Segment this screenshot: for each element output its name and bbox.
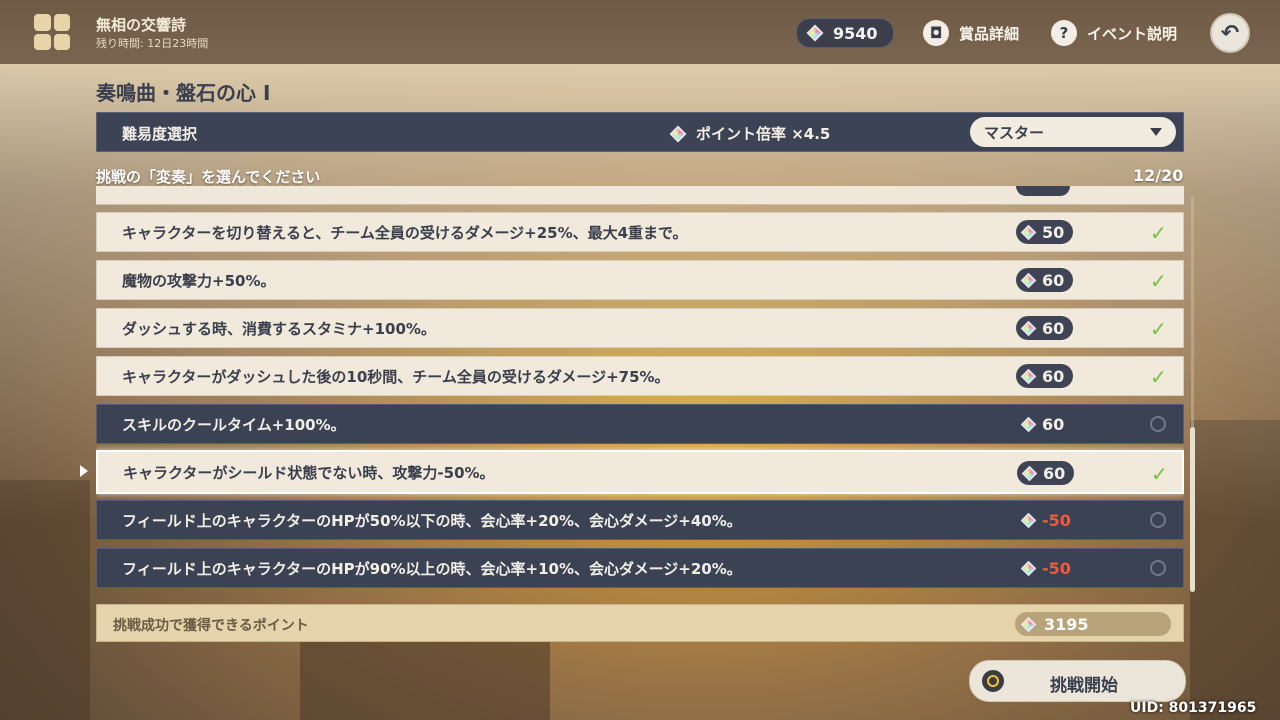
gem-icon	[1020, 320, 1037, 336]
points-label: 挑戦成功で獲得できるポイント	[113, 618, 309, 634]
cost-pill: 60	[1016, 412, 1073, 436]
point-multiplier-text: ポイント倍率 ×4.5	[696, 125, 831, 143]
cost-pill	[1016, 186, 1070, 196]
start-challenge-button[interactable]: 挑戦開始	[969, 660, 1186, 702]
selection-pointer-icon	[80, 465, 88, 477]
gem-icon	[1021, 465, 1038, 481]
item-description: ダッシュする時、消費するスタミナ+100%。	[122, 319, 436, 338]
checkmark-icon: ✓	[1150, 365, 1167, 389]
chest-icon: ◘	[923, 20, 949, 46]
difficulty-dropdown[interactable]: マスター	[970, 117, 1176, 147]
confirm-ring-icon	[982, 670, 1004, 692]
unchecked-circle-icon	[1150, 560, 1166, 576]
gem-icon	[1020, 512, 1037, 528]
cost-value: 60	[1042, 414, 1065, 434]
gem-icon	[1020, 560, 1037, 576]
gem-icon	[1020, 272, 1037, 288]
cost-pill: -50	[1016, 508, 1073, 532]
point-multiplier: ポイント倍率 ×4.5	[669, 123, 831, 144]
currency-display: 9540	[796, 18, 894, 48]
list-item[interactable]: ダッシュする時、消費するスタミナ+100%。 60 ✓	[96, 308, 1184, 348]
gem-icon	[1020, 224, 1037, 240]
checkmark-icon: ✓	[1150, 221, 1167, 245]
time-remaining: 残り時間: 12日23時間	[96, 37, 209, 50]
points-summary-bar: 挑戦成功で獲得できるポイント 3195	[96, 604, 1184, 642]
cost-pill: 60	[1017, 461, 1074, 485]
item-description: キャラクターがダッシュした後の10秒間、チーム全員の受けるダメージ+75%。	[122, 367, 670, 386]
stage-title: 奏鳴曲・盤石の心 I	[96, 81, 271, 105]
item-description: フィールド上のキャラクターのHPが90%以上の時、会心率+10%、会心ダメージ+…	[122, 559, 742, 578]
cost-value: 60	[1042, 318, 1065, 338]
start-challenge-label: 挑戦開始	[1050, 676, 1118, 696]
cost-pill: 50	[1016, 220, 1073, 244]
item-description: フィールド上のキャラクターのHPが50%以下の時、会心率+20%、会心ダメージ+…	[122, 511, 742, 530]
cost-value: -50	[1042, 510, 1071, 530]
gem-icon	[806, 24, 824, 42]
checkmark-icon: ✓	[1151, 462, 1168, 486]
event-info-label: イベント説明	[1087, 24, 1178, 43]
gem-icon	[1020, 368, 1037, 384]
cost-pill: -50	[1016, 556, 1073, 580]
difficulty-label: 難易度選択	[122, 125, 198, 143]
list-item-highlighted[interactable]: キャラクターがシールド状態でない時、攻撃力-50%。 60 ✓	[96, 450, 1184, 494]
currency-value: 9540	[833, 23, 878, 43]
list-item[interactable]: キャラクターがダッシュした後の10秒間、チーム全員の受けるダメージ+75%。 6…	[96, 356, 1184, 396]
question-icon: ?	[1051, 20, 1077, 46]
list-item-partial[interactable]	[96, 186, 1184, 205]
rewards-detail-button[interactable]: ◘ 賞品詳細	[923, 20, 1019, 46]
list-item[interactable]: フィールド上のキャラクターのHPが90%以上の時、会心率+10%、会心ダメージ+…	[96, 548, 1184, 588]
difficulty-bar: 難易度選択 ポイント倍率 ×4.5 マスター	[96, 112, 1184, 152]
variation-counter: 12/20	[1133, 166, 1184, 185]
list-item[interactable]: スキルのクールタイム+100%。 60	[96, 404, 1184, 444]
difficulty-selected-value: マスター	[984, 123, 1045, 142]
item-description: キャラクターを切り替えると、チーム全員の受けるダメージ+25%、最大4重まで。	[122, 223, 688, 242]
item-description: 魔物の攻撃力+50%。	[122, 271, 276, 290]
cost-pill: 60	[1016, 316, 1073, 340]
checkmark-icon: ✓	[1150, 317, 1167, 341]
variation-prompt: 挑戦の「変奏」を選んでください	[96, 168, 321, 186]
list-item[interactable]: フィールド上のキャラクターのHPが50%以下の時、会心率+20%、会心ダメージ+…	[96, 500, 1184, 540]
unchecked-circle-icon	[1150, 512, 1166, 528]
unchecked-circle-icon	[1150, 416, 1166, 432]
points-value: 3195	[1044, 614, 1089, 634]
cost-pill: 60	[1016, 268, 1073, 292]
item-description: スキルのクールタイム+100%。	[122, 415, 346, 434]
points-pill: 3195	[1015, 612, 1171, 636]
uid-label: UID: 801371965	[1130, 700, 1257, 716]
gem-icon	[1020, 416, 1037, 432]
rewards-detail-label: 賞品詳細	[959, 24, 1020, 43]
list-item[interactable]: 魔物の攻撃力+50%。 60 ✓	[96, 260, 1184, 300]
event-info-button[interactable]: ? イベント説明	[1051, 20, 1177, 46]
dropdown-arrow-icon	[1150, 128, 1162, 136]
event-logo-icon	[34, 14, 70, 50]
scrollbar-thumb[interactable]	[1190, 427, 1195, 592]
list-item[interactable]: キャラクターを切り替えると、チーム全員の受けるダメージ+25%、最大4重まで。 …	[96, 212, 1184, 252]
cost-value: 60	[1042, 366, 1065, 386]
cost-value: 60	[1043, 463, 1066, 483]
item-description: キャラクターがシールド状態でない時、攻撃力-50%。	[123, 463, 495, 482]
gem-icon	[1020, 616, 1037, 632]
cost-value: -50	[1042, 558, 1071, 578]
event-title: 無相の交響詩	[96, 16, 187, 34]
cost-value: 60	[1042, 270, 1065, 290]
checkmark-icon: ✓	[1150, 269, 1167, 293]
cost-value: 50	[1042, 222, 1065, 242]
cost-pill: 60	[1016, 364, 1073, 388]
variation-list: キャラクターを切り替えると、チーム全員の受けるダメージ+25%、最大4重まで。 …	[96, 186, 1184, 588]
gem-icon	[669, 125, 687, 142]
back-arrow-icon: ↶	[1220, 20, 1240, 46]
back-button[interactable]: ↶	[1210, 13, 1250, 53]
